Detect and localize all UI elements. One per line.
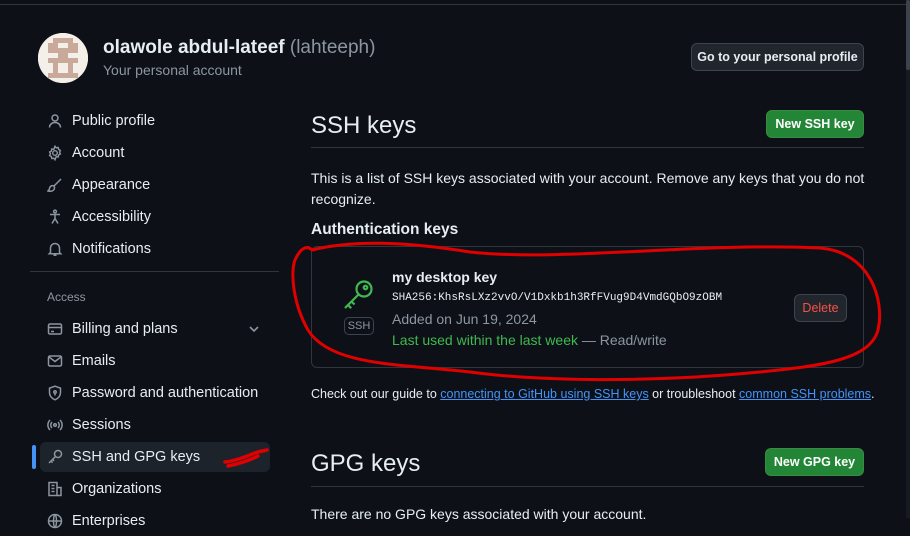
ssh-guide-text: Check out our guide to connecting to Git… xyxy=(311,387,875,401)
sidebar-item-emails[interactable]: Emails xyxy=(40,346,270,376)
sidebar-item-label: Enterprises xyxy=(72,513,146,529)
gear-icon xyxy=(46,144,64,162)
gpg-description: There are no GPG keys associated with yo… xyxy=(311,506,647,522)
gpg-heading-divider xyxy=(311,486,864,487)
connecting-ssh-guide-link[interactable]: connecting to GitHub using SSH keys xyxy=(440,387,648,401)
red-annotation-mark xyxy=(223,448,269,468)
ssh-key-fingerprint: SHA256:KhsRsLXz2vvO/V1Dxkb1h3RfFVug9D4Vm… xyxy=(392,292,723,304)
gpg-keys-heading: GPG keys xyxy=(311,450,421,477)
common-ssh-problems-link[interactable]: common SSH problems xyxy=(739,387,871,401)
sidebar-item-label: Emails xyxy=(72,353,116,369)
new-ssh-key-button[interactable]: New SSH key xyxy=(766,110,864,138)
sidebar-item-label: Password and authentication xyxy=(72,385,259,401)
ssh-key-added-date: Added on Jun 19, 2024 xyxy=(392,311,537,327)
ssh-description: This is a list of SSH keys associated wi… xyxy=(311,170,865,207)
go-to-profile-button[interactable]: Go to your personal profile xyxy=(691,43,864,71)
sidebar-item-label: Sessions xyxy=(72,417,131,433)
guide-middle: or troubleshoot xyxy=(648,387,740,401)
ssh-key-card xyxy=(311,246,864,368)
ssh-key-title: my desktop key xyxy=(392,269,498,285)
user-handle: (lahteeph) xyxy=(289,37,376,58)
avatar xyxy=(38,33,88,83)
sidebar-item-account[interactable]: Account xyxy=(40,138,270,168)
account-subtitle: Your personal account xyxy=(103,62,242,78)
organization-icon xyxy=(46,480,64,498)
sidebar-item-accessibility[interactable]: Accessibility xyxy=(40,202,270,232)
sidebar-item-label: SSH and GPG keys xyxy=(72,449,201,465)
sidebar-item-public-profile[interactable]: Public profile xyxy=(40,106,270,136)
delete-key-button[interactable]: Delete xyxy=(794,294,847,322)
sidebar-item-label: Notifications xyxy=(72,241,151,257)
sidebar-item-appearance[interactable]: Appearance xyxy=(40,170,270,200)
credit-card-icon xyxy=(46,320,64,338)
scrollbar-thumb[interactable] xyxy=(906,0,910,70)
user-display-name[interactable]: olawole abdul-lateef (lahteeph) xyxy=(103,37,375,59)
sidebar-item-label: Account xyxy=(72,145,125,161)
sidebar-section-access: Access xyxy=(47,290,86,304)
active-indicator xyxy=(32,445,36,469)
shield-lock-icon xyxy=(46,384,64,402)
new-gpg-key-button[interactable]: New GPG key xyxy=(765,448,864,476)
guide-prefix: Check out our guide to xyxy=(311,387,441,401)
bell-icon xyxy=(46,240,64,258)
paintbrush-icon xyxy=(46,176,64,194)
sidebar-item-label: Public profile xyxy=(72,113,156,129)
scrollbar[interactable] xyxy=(906,0,910,518)
key-icon xyxy=(46,448,64,466)
ssh-key-last-used: Last used within the last week — Read/wr… xyxy=(392,332,667,348)
ssh-heading-divider xyxy=(311,147,864,148)
sidebar-item-label: Appearance xyxy=(72,177,151,193)
mail-icon xyxy=(46,352,64,370)
guide-suffix: . xyxy=(871,387,875,401)
broadcast-icon xyxy=(46,416,64,434)
accessibility-icon xyxy=(46,208,64,226)
display-name-text: olawole abdul-lateef xyxy=(103,37,285,58)
key-icon xyxy=(340,278,376,319)
sidebar-item-billing[interactable]: Billing and plans xyxy=(40,314,270,344)
globe-icon xyxy=(46,512,64,530)
ssh-badge: SSH xyxy=(344,317,374,335)
ssh-keys-heading: SSH keys xyxy=(311,112,417,139)
sidebar-item-sessions[interactable]: Sessions xyxy=(40,410,270,440)
sidebar-item-label: Billing and plans xyxy=(72,321,178,337)
access-level-text: — Read/write xyxy=(578,332,667,348)
sidebar-item-organizations[interactable]: Organizations xyxy=(40,474,270,504)
person-icon xyxy=(46,112,64,130)
top-border xyxy=(0,0,910,5)
chevron-down-icon[interactable] xyxy=(246,321,262,342)
sidebar-item-label: Organizations xyxy=(72,481,162,497)
sidebar-item-password-auth[interactable]: Password and authentication xyxy=(40,378,270,408)
sidebar-item-label: Accessibility xyxy=(72,209,151,225)
authentication-keys-heading: Authentication keys xyxy=(311,221,459,238)
last-used-text: Last used within the last week xyxy=(392,332,578,348)
sidebar-item-enterprises[interactable]: Enterprises xyxy=(40,506,270,536)
sidebar-divider xyxy=(30,271,279,272)
sidebar-item-notifications[interactable]: Notifications xyxy=(40,234,270,264)
